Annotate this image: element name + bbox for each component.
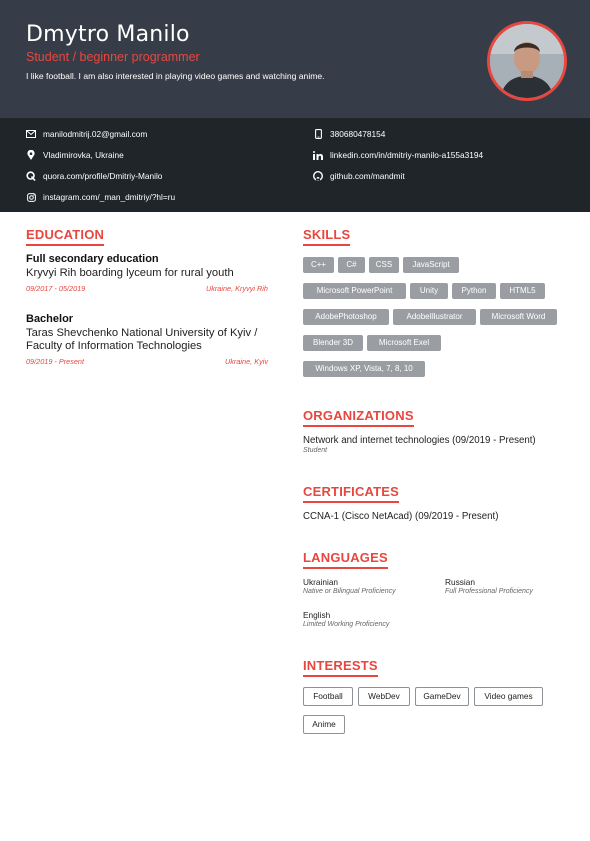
interest-tag: Football — [303, 687, 353, 706]
skill-tag: AdobePhotoshop — [303, 309, 389, 325]
person-subtitle: Student / beginner programmer — [26, 50, 200, 64]
skill-tag: AdobeIllustrator — [393, 309, 476, 325]
education-heading: EDUCATION — [26, 227, 105, 246]
instagram-icon — [26, 192, 36, 202]
interest-tag: WebDev — [358, 687, 410, 706]
github-icon — [313, 171, 323, 181]
skill-tag: Microsoft Exel — [367, 335, 441, 351]
avatar-photo — [490, 24, 564, 98]
organization-role: Student — [303, 447, 328, 454]
contact-instagram[interactable]: instagram.com/_man_dmitriy/?hl=ru — [26, 190, 175, 204]
contact-linkedin-text: linkedin.com/in/dmitriy-manilo-a155a3194 — [330, 150, 484, 160]
language-name: Ukrainian — [303, 577, 339, 587]
skill-tag: Unity — [410, 283, 448, 299]
education-school-1: Kryvyi Rih boarding lyceum for rural you… — [26, 267, 234, 279]
education-dates-2: 09/2019 - Present — [26, 357, 85, 366]
education-place-2: Ukraine, Kyiv — [225, 357, 268, 366]
avatar — [487, 21, 567, 101]
interest-tag: GameDev — [415, 687, 469, 706]
interest-tag: Anime — [303, 715, 345, 734]
education-meta-2: 09/2019 - Present Ukraine, Kyiv — [26, 357, 268, 366]
education-school-2: Taras Shevchenko National University of … — [26, 327, 258, 352]
contact-bar: manilodmitrij.02@gmail.com Vladimirovka,… — [0, 118, 590, 212]
skill-tag: HTML5 — [500, 283, 545, 299]
skill-tag: Python — [452, 283, 496, 299]
contact-instagram-text: instagram.com/_man_dmitriy/?hl=ru — [43, 192, 176, 202]
education-dates-1: 09/2017 - 05/2019 — [26, 284, 86, 293]
interests-heading: INTERESTS — [303, 658, 378, 677]
quora-icon — [26, 171, 36, 181]
skill-tag: Blender 3D — [303, 335, 363, 351]
skill-tag: Microsoft PowerPoint — [303, 283, 406, 299]
language-level: Limited Working Proficiency — [303, 621, 390, 628]
certificate-item: CCNA-1 (Cisco NetAcad) (09/2019 - Presen… — [303, 511, 499, 522]
contact-phone-text: 380680478154 — [330, 129, 386, 139]
organizations-heading: ORGANIZATIONS — [303, 408, 414, 427]
skill-tag: C# — [338, 257, 365, 273]
skills-heading: SKILLS — [303, 227, 351, 246]
phone-icon — [313, 129, 323, 139]
contact-location: Vladimirovka, Ukraine — [26, 148, 124, 162]
skill-tag: CSS — [369, 257, 399, 273]
contact-quora[interactable]: quora.com/profile/Dmitriy-Manilo — [26, 169, 162, 183]
contact-phone[interactable]: 380680478154 — [313, 127, 385, 141]
skill-tag: Microsoft Word — [480, 309, 557, 325]
education-degree-1: Full secondary education — [26, 253, 159, 265]
envelope-icon — [26, 129, 36, 139]
person-summary: I like football. I am also interested in… — [26, 71, 325, 81]
languages-heading: LANGUAGES — [303, 550, 388, 569]
map-pin-icon — [26, 150, 36, 160]
skill-tag: Windows XP, Vista, 7, 8, 10 — [303, 361, 425, 377]
skill-tag: C++ — [303, 257, 334, 273]
linkedin-icon — [313, 150, 323, 160]
contact-email-text: manilodmitrij.02@gmail.com — [43, 129, 148, 139]
contact-linkedin[interactable]: linkedin.com/in/dmitriy-manilo-a155a3194 — [313, 148, 483, 162]
resume-header: Dmytro Manilo Student / beginner program… — [0, 0, 590, 118]
contact-quora-text: quora.com/profile/Dmitriy-Manilo — [43, 171, 163, 181]
education-place-1: Ukraine, Kryvyi Rih — [205, 284, 268, 293]
person-name: Dmytro Manilo — [26, 22, 190, 47]
certificates-heading: CERTIFICATES — [303, 484, 400, 503]
language-name: English — [303, 610, 331, 620]
interest-tag: Video games — [474, 687, 543, 706]
language-level: Native or Bilingual Proficiency — [303, 588, 396, 595]
language-level: Full Professional Proficiency — [445, 588, 533, 595]
contact-github-text: github.com/mandmit — [330, 171, 405, 181]
contact-github[interactable]: github.com/mandmit — [313, 169, 405, 183]
education-meta-1: 09/2017 - 05/2019 Ukraine, Kryvyi Rih — [26, 284, 268, 293]
organization-name: Network and internet technologies (09/20… — [303, 435, 536, 446]
contact-email[interactable]: manilodmitrij.02@gmail.com — [26, 127, 147, 141]
skill-tag: JavaScript — [403, 257, 459, 273]
contact-location-text: Vladimirovka, Ukraine — [43, 150, 124, 160]
education-degree-2: Bachelor — [26, 313, 74, 325]
language-name: Russian — [445, 577, 475, 587]
